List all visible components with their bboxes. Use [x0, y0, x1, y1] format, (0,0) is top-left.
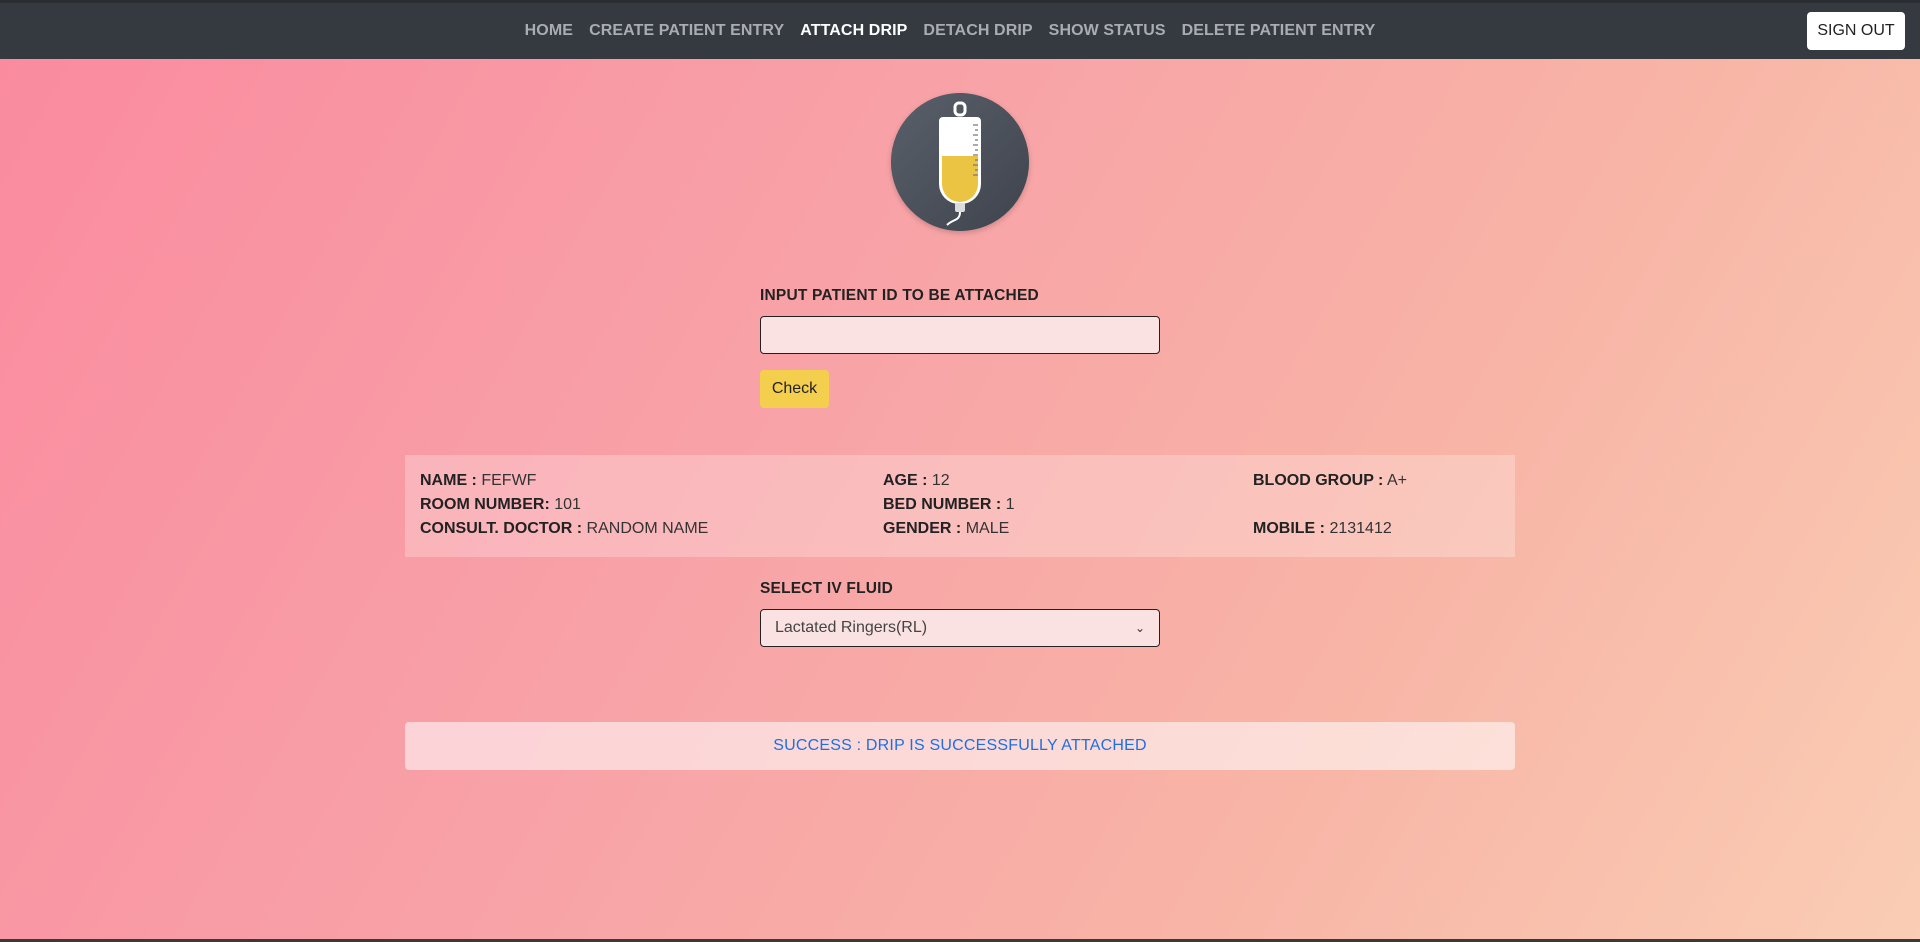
room-label: ROOM NUMBER:	[420, 496, 550, 513]
blood-group-value: A+	[1386, 472, 1407, 489]
nav-links: HOME CREATE PATIENT ENTRY ATTACH DRIP DE…	[0, 3, 1920, 59]
check-button[interactable]: Check	[760, 370, 829, 408]
doctor-value: RANDOM NAME	[586, 520, 709, 537]
iv-fluid-label: SELECT IV FLUID	[760, 580, 894, 597]
mobile-value: 2131412	[1329, 520, 1392, 537]
gender-value: MALE	[965, 520, 1010, 537]
age-value: 12	[931, 472, 950, 489]
chevron-down-icon: ⌄	[1134, 621, 1145, 635]
bed-value: 1	[1005, 496, 1015, 513]
bed-label: BED NUMBER :	[883, 496, 1002, 513]
patient-gender: GENDER : MALE	[883, 520, 1009, 538]
patient-blood-group: BLOOD GROUP : A+	[1253, 472, 1407, 490]
nav-create-patient-entry[interactable]: CREATE PATIENT ENTRY	[589, 22, 784, 40]
nav-detach-drip[interactable]: DETACH DRIP	[923, 22, 1032, 40]
patient-info-panel: NAME : FEFWF AGE : 12 BLOOD GROUP : A+ R…	[405, 455, 1515, 557]
iv-drip-bag-icon	[891, 93, 1029, 231]
patient-mobile: MOBILE : 2131412	[1253, 520, 1392, 538]
iv-fluid-selected: Lactated Ringers(RL)	[775, 619, 928, 636]
success-alert: SUCCESS : DRIP IS SUCCESSFULLY ATTACHED	[405, 722, 1515, 770]
blood-group-label: BLOOD GROUP :	[1253, 472, 1384, 489]
patient-name: NAME : FEFWF	[420, 472, 536, 490]
iv-fluid-select[interactable]: Lactated Ringers(RL) ⌄	[760, 609, 1160, 647]
mobile-label: MOBILE :	[1253, 520, 1325, 537]
top-navbar: HOME CREATE PATIENT ENTRY ATTACH DRIP DE…	[0, 0, 1920, 59]
patient-doctor: CONSULT. DOCTOR : RANDOM NAME	[420, 520, 708, 538]
patient-room: ROOM NUMBER: 101	[420, 496, 581, 514]
nav-show-status[interactable]: SHOW STATUS	[1049, 22, 1166, 40]
sign-out-button[interactable]: SIGN OUT	[1807, 12, 1905, 50]
doctor-label: CONSULT. DOCTOR :	[420, 520, 583, 537]
patient-age: AGE : 12	[883, 472, 950, 490]
name-value: FEFWF	[481, 472, 537, 489]
alert-message: SUCCESS : DRIP IS SUCCESSFULLY ATTACHED	[773, 737, 1147, 754]
name-label: NAME :	[420, 472, 477, 489]
nav-home[interactable]: HOME	[525, 22, 573, 40]
room-value: 101	[554, 496, 581, 513]
patient-id-label: INPUT PATIENT ID TO BE ATTACHED	[760, 287, 1039, 304]
nav-delete-patient-entry[interactable]: DELETE PATIENT ENTRY	[1182, 22, 1376, 40]
patient-bed: BED NUMBER : 1	[883, 496, 1015, 514]
gender-label: GENDER :	[883, 520, 962, 537]
nav-attach-drip[interactable]: ATTACH DRIP	[800, 22, 907, 40]
age-label: AGE :	[883, 472, 928, 489]
patient-id-input[interactable]	[760, 316, 1160, 354]
